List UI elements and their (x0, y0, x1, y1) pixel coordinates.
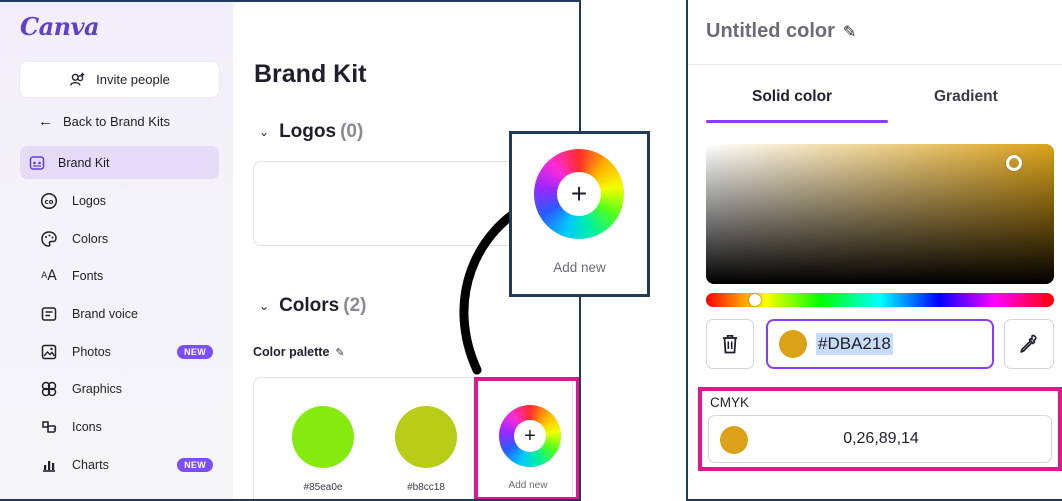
photos-icon (40, 343, 58, 361)
page-title: Brand Kit (254, 60, 367, 88)
sidebar-item-graphics[interactable]: Graphics (20, 372, 219, 405)
hue-slider-handle[interactable] (749, 294, 761, 306)
colors-section-toggle[interactable]: ⌄ Colors (2) (259, 295, 366, 317)
brand-voice-icon (40, 305, 58, 323)
svg-text:co: co (45, 198, 54, 206)
colors-count: (2) (343, 295, 367, 316)
fonts-icon: AA (41, 267, 57, 284)
plus-icon: + (557, 172, 601, 216)
sidebar-item-charts[interactable]: Charts NEW (20, 448, 219, 481)
icons-icon (40, 418, 58, 436)
sidebar-item-logos[interactable]: co Logos (20, 184, 219, 217)
current-color-dot (779, 330, 807, 358)
sidebar-item-label: Icons (72, 419, 102, 434)
sidebar-item-icons[interactable]: Icons (20, 410, 219, 443)
pencil-icon[interactable]: ✎ (843, 22, 856, 42)
sidebar-item-label: Brand Kit (58, 155, 110, 170)
colors-heading: Colors (279, 295, 340, 316)
arrow-left-icon: ← (38, 113, 53, 130)
hex-input[interactable]: #DBA218 (766, 319, 994, 369)
sidebar: Canva Invite people ← Back to Brand Kits… (0, 0, 233, 501)
eyedropper-button[interactable] (1004, 319, 1054, 369)
invite-label: Invite people (96, 72, 170, 87)
logos-count: (0) (340, 121, 364, 142)
logos-section-toggle[interactable]: ⌄ Logos (0) (259, 121, 363, 143)
add-color-button-zoomed[interactable]: + (534, 149, 624, 239)
hex-value: #DBA218 (816, 333, 893, 355)
color-swatch[interactable] (292, 406, 354, 468)
sidebar-item-label: Fonts (72, 268, 104, 283)
tab-gradient[interactable]: Gradient (934, 88, 998, 106)
cmyk-input[interactable]: 0,26,89,14 (708, 415, 1052, 463)
invite-people-button[interactable]: Invite people (20, 62, 219, 97)
cmyk-highlight: CMYK 0,26,89,14 (698, 387, 1062, 471)
eyedropper-icon (1020, 334, 1037, 353)
sidebar-item-label: Photos (72, 344, 111, 359)
swatch-hex-label: #b8cc18 (407, 482, 445, 493)
color-picker-panel: Untitled color ✎ Solid color Gradient #D… (686, 0, 1062, 501)
color-title-text: Untitled color (706, 20, 835, 42)
sidebar-item-photos[interactable]: Photos NEW (20, 335, 219, 368)
back-to-brand-kits-link[interactable]: ← Back to Brand Kits (38, 113, 170, 130)
charts-icon (40, 456, 58, 474)
add-new-callout: + Add new (509, 131, 650, 297)
graphics-icon (40, 380, 58, 398)
logos-heading: Logos (279, 121, 337, 142)
sidebar-item-label: Brand voice (72, 306, 139, 321)
cmyk-label: CMYK (710, 395, 750, 410)
sidebar-item-label: Graphics (72, 381, 123, 396)
hue-slider[interactable] (706, 293, 1054, 307)
callout-add-new-label: Add new (553, 260, 606, 275)
sidebar-item-label: Charts (72, 457, 109, 472)
chevron-down-icon: ⌄ (259, 125, 270, 139)
tab-solid-color[interactable]: Solid color (752, 88, 832, 106)
new-badge: NEW (177, 344, 213, 359)
brand-kit-icon (28, 154, 46, 172)
sv-handle[interactable] (1006, 155, 1022, 171)
color-name[interactable]: Untitled color ✎ (706, 20, 856, 43)
color-palette-label[interactable]: Color palette ✎ (253, 345, 345, 359)
canva-logo[interactable]: Canva (20, 12, 100, 41)
sidebar-item-label: Logos (72, 193, 107, 208)
logos-icon: co (40, 192, 58, 210)
sidebar-item-brand-voice[interactable]: Brand voice (20, 297, 219, 330)
swatch-hex-label: #85ea0e (303, 482, 343, 493)
chevron-down-icon: ⌄ (259, 299, 270, 313)
add-user-icon (70, 72, 85, 86)
palette-icon (40, 230, 58, 248)
cmyk-value: 0,26,89,14 (843, 430, 919, 447)
sidebar-item-brand-kit[interactable]: Brand Kit (20, 146, 219, 179)
add-new-highlight (474, 377, 580, 501)
sidebar-item-fonts[interactable]: AA Fonts (20, 259, 219, 292)
saturation-value-picker[interactable] (706, 144, 1054, 284)
divider (686, 64, 1062, 65)
sidebar-item-colors[interactable]: Colors (20, 222, 219, 255)
new-badge: NEW (177, 457, 213, 472)
back-label: Back to Brand Kits (63, 114, 170, 129)
pencil-icon[interactable]: ✎ (335, 346, 344, 359)
trash-icon (723, 335, 737, 354)
active-tab-indicator (706, 120, 888, 123)
sidebar-item-label: Colors (72, 231, 109, 246)
palette-label-text: Color palette (253, 345, 330, 359)
color-swatch[interactable] (395, 406, 457, 468)
delete-color-button[interactable] (706, 319, 754, 369)
